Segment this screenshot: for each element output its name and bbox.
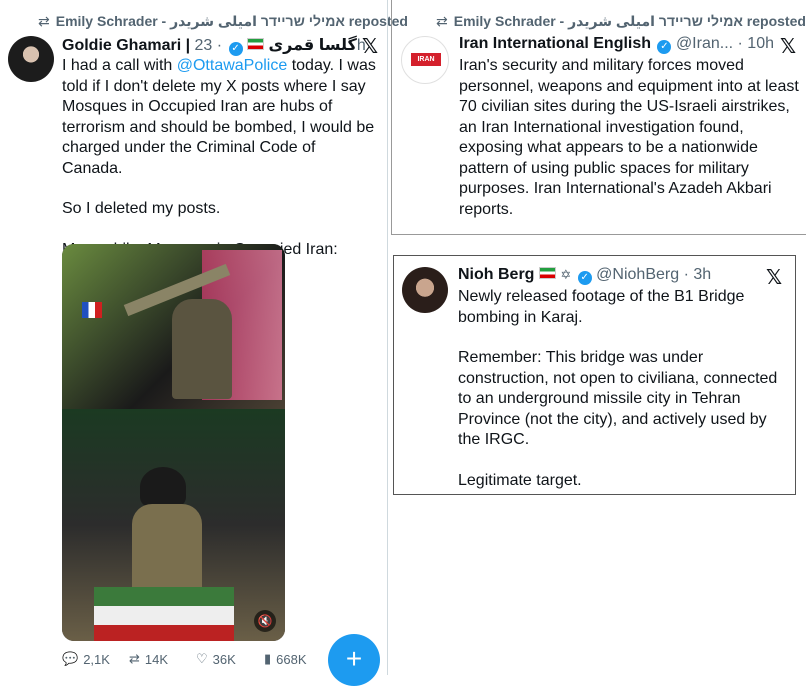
bar-chart-icon: ▮ [264, 651, 272, 666]
author-name[interactable]: Nioh Berg [458, 266, 534, 283]
verified-badge-icon: ✓ [657, 40, 672, 54]
repost-header[interactable]: ⇄ Emily Schrader - אמילי שריידר امیلی شری… [38, 13, 408, 30]
iran-international-logo: IRAN [411, 53, 441, 66]
reply-icon: 💬 [62, 651, 79, 666]
post-text: Iran's security and military forces move… [459, 57, 799, 218]
post-video[interactable]: 🔇 [62, 244, 285, 641]
repost-user: Emily Schrader - אמילי שריידר امیلی شرید… [55, 13, 408, 29]
avatar[interactable] [402, 267, 448, 313]
avatar[interactable] [8, 36, 54, 82]
iran-flag-icon [247, 38, 264, 50]
like-button[interactable]: ♡ 36K [196, 651, 236, 667]
views-button[interactable]: ▮ 668K [264, 651, 307, 667]
video-frame-top [62, 244, 285, 409]
repost-button[interactable]: ⇄ 14K [129, 651, 168, 667]
reply-button[interactable]: 💬 2,1K [62, 651, 110, 667]
star-of-david-icon: ✡ [560, 267, 572, 282]
x-logo-icon[interactable]: 𝕏 [362, 34, 378, 58]
author-name[interactable]: Iran International English [459, 35, 651, 52]
post-text: I had a call with @OttawaPolice today. I… [62, 57, 376, 258]
verified-badge-icon: ✓ [577, 271, 592, 285]
compose-button[interactable]: + [328, 634, 380, 686]
handle-time[interactable]: @NiohBerg · 3h [596, 266, 711, 283]
mute-icon[interactable]: 🔇 [254, 610, 276, 632]
repost-user: Emily Schrader - אמילי שריידר امیلی شرید… [453, 13, 806, 29]
avatar[interactable]: IRAN [401, 36, 449, 84]
x-logo-icon[interactable]: 𝕏 [780, 34, 796, 58]
repost-icon: ⇄ [129, 651, 140, 666]
post-text: Newly released footage of the B1 Bridge … [458, 288, 778, 489]
mention-link[interactable]: @OttawaPolice [177, 57, 288, 74]
handle-time[interactable]: @Iran... · 10h [676, 35, 774, 52]
author-row: Iran International English ✓ @Iran... · … [459, 35, 774, 54]
bottom-right-post[interactable]: Nioh Berg ✡ ✓ @NiohBerg · 3h 𝕏 Newly rel… [393, 255, 796, 495]
top-right-post[interactable]: ⇄ Emily Schrader - אמילי שריידר امیلی شری… [391, 0, 806, 235]
repost-icon: ⇄ [436, 13, 448, 29]
left-post[interactable]: ⇄ Emily Schrader - אמילי שריידר امیلی شری… [0, 0, 408, 686]
repost-header[interactable]: ⇄ Emily Schrader - אמילי שריידר امیلی شری… [436, 13, 806, 30]
x-logo-icon[interactable]: 𝕏 [766, 265, 782, 289]
author-row: Goldie Ghamari | گلسا قمری ✓ · 23h [62, 35, 366, 56]
divider [387, 0, 388, 675]
author-row: Nioh Berg ✡ ✓ @NiohBerg · 3h [458, 266, 711, 285]
iran-flag-icon [538, 267, 556, 279]
video-frame-bottom [62, 409, 285, 641]
verified-badge-icon: ✓ [228, 42, 243, 56]
heart-icon: ♡ [196, 651, 208, 666]
repost-icon: ⇄ [38, 13, 50, 29]
